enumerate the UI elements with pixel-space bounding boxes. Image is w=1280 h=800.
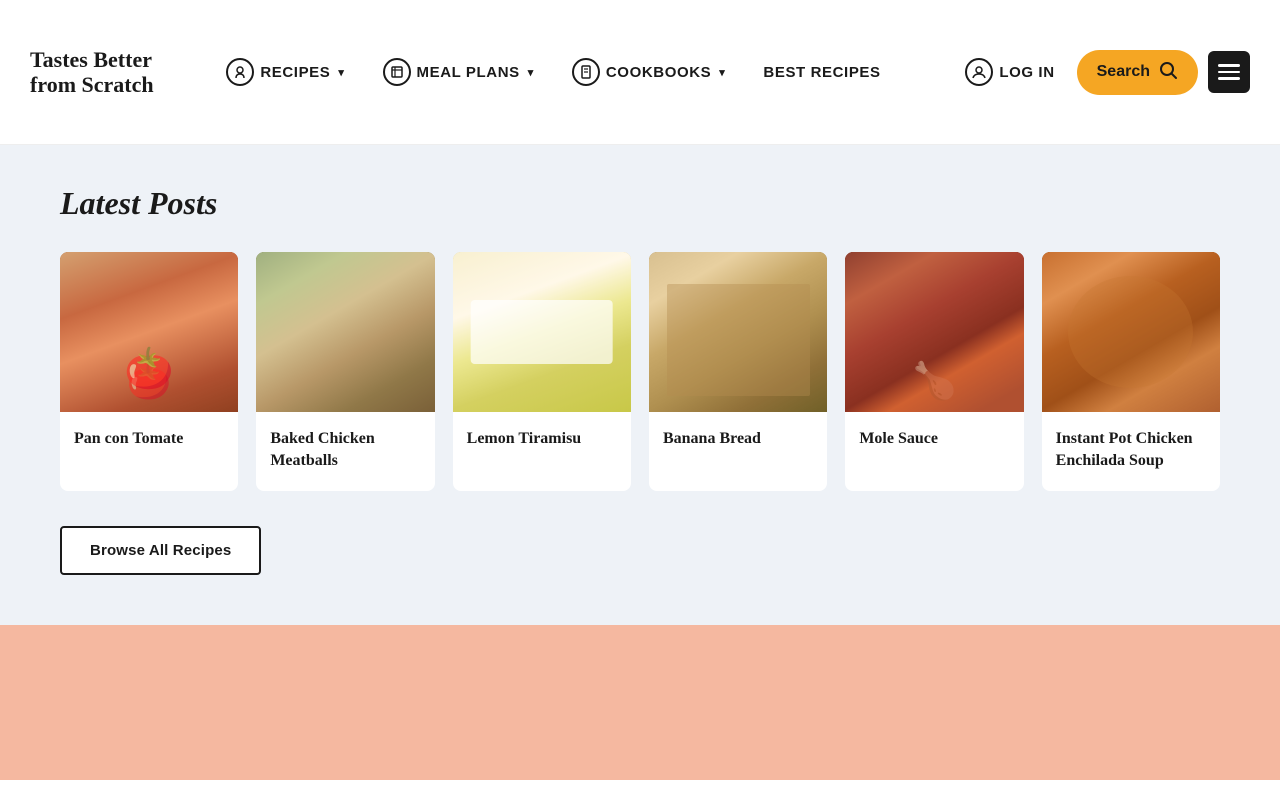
logo-text: Tastes Better from Scratch (30, 47, 154, 98)
post-image-banana-bread (649, 252, 827, 412)
post-title: Instant Pot Chicken Enchilada Soup (1056, 428, 1206, 471)
main-content: Latest Posts 🍅 Pan con Tomate Baked Chic… (0, 145, 1280, 625)
post-title: Mole Sauce (859, 428, 1009, 450)
cookbooks-chevron: ▾ (719, 66, 725, 79)
login-label: LOG IN (999, 64, 1054, 81)
nav-recipes[interactable]: RECIPES ▾ (212, 50, 358, 94)
site-header: Tastes Better from Scratch RECIPES ▾ (0, 0, 1280, 145)
post-title: Banana Bread (663, 428, 813, 450)
post-card-mole-sauce[interactable]: 🍗 Mole Sauce (845, 252, 1023, 491)
post-title: Baked Chicken Meatballs (270, 428, 420, 471)
bottom-section (0, 625, 1280, 780)
meal-plans-icon (383, 58, 411, 86)
post-card-body: Instant Pot Chicken Enchilada Soup (1042, 412, 1220, 491)
post-card-body: Baked Chicken Meatballs (256, 412, 434, 491)
search-button[interactable]: Search (1077, 50, 1198, 95)
post-card-baked-chicken-meatballs[interactable]: Baked Chicken Meatballs (256, 252, 434, 491)
recipes-chevron: ▾ (338, 66, 344, 79)
menu-icon (1218, 77, 1240, 80)
recipes-label: RECIPES (260, 64, 330, 81)
post-image-lemon-tiramisu (453, 252, 631, 412)
post-title: Pan con Tomate (74, 428, 224, 450)
post-card-body: Lemon Tiramisu (453, 412, 631, 470)
post-card-body: Pan con Tomate (60, 412, 238, 470)
menu-icon (1218, 64, 1240, 67)
site-logo[interactable]: Tastes Better from Scratch (30, 47, 154, 98)
menu-icon (1218, 71, 1240, 74)
browse-all-recipes-button[interactable]: Browse All Recipes (60, 526, 261, 575)
post-image-pan-con-tomate: 🍅 (60, 252, 238, 412)
search-icon (1158, 60, 1178, 85)
cookbooks-label: COOKBOOKS (606, 64, 711, 81)
nav-meal-plans[interactable]: MEAL PLANS ▾ (369, 50, 548, 94)
user-icon (965, 58, 993, 86)
cookbooks-icon (572, 58, 600, 86)
post-image-mole-sauce: 🍗 (845, 252, 1023, 412)
search-label: Search (1097, 63, 1150, 81)
post-card-body: Banana Bread (649, 412, 827, 470)
nav-cookbooks[interactable]: COOKBOOKS ▾ (558, 50, 740, 94)
post-card-body: Mole Sauce (845, 412, 1023, 470)
post-card-lemon-tiramisu[interactable]: Lemon Tiramisu (453, 252, 631, 491)
post-image-instant-pot-chicken-enchilada-soup (1042, 252, 1220, 412)
main-nav: RECIPES ▾ MEAL PLANS ▾ C (154, 50, 954, 94)
latest-posts-title: Latest Posts (60, 185, 1220, 222)
nav-best-recipes[interactable]: BEST RECIPES (749, 56, 894, 89)
meal-plans-label: MEAL PLANS (417, 64, 520, 81)
meal-plans-chevron: ▾ (528, 66, 534, 79)
menu-button[interactable] (1208, 51, 1250, 93)
best-recipes-label: BEST RECIPES (763, 64, 880, 81)
post-card-instant-pot-chicken-enchilada-soup[interactable]: Instant Pot Chicken Enchilada Soup (1042, 252, 1220, 491)
login-button[interactable]: LOG IN (953, 50, 1066, 94)
recipes-icon (226, 58, 254, 86)
post-card-pan-con-tomate[interactable]: 🍅 Pan con Tomate (60, 252, 238, 491)
post-title: Lemon Tiramisu (467, 428, 617, 450)
header-right: LOG IN Search (953, 50, 1250, 95)
post-card-banana-bread[interactable]: Banana Bread (649, 252, 827, 491)
post-image-baked-chicken-meatballs (256, 252, 434, 412)
posts-grid: 🍅 Pan con Tomate Baked Chicken Meatballs… (60, 252, 1220, 491)
